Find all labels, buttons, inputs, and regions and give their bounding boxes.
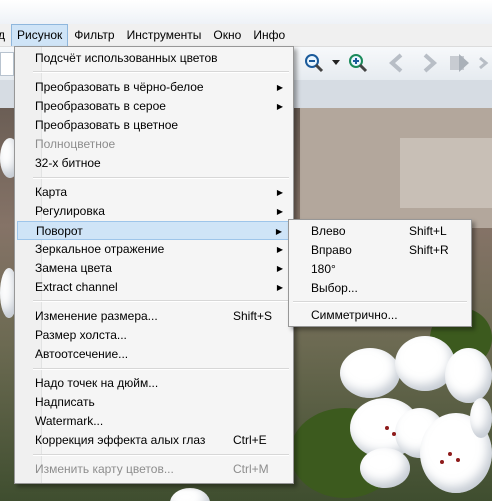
back-arrow-icon[interactable] bbox=[384, 50, 410, 76]
submenu-item-symmetric[interactable]: Симметрично... bbox=[291, 306, 469, 325]
submenu-item-rotate-custom[interactable]: Выбор... bbox=[291, 279, 469, 298]
flower-petal bbox=[445, 348, 492, 403]
menu-item-full-color: Полноцветное bbox=[17, 135, 291, 154]
stamen bbox=[440, 460, 444, 464]
submenu-item-rotate-180[interactable]: 180° bbox=[291, 260, 469, 279]
dropdown-arrow-icon[interactable] bbox=[330, 50, 342, 76]
menu-item-label: Замена цвета bbox=[35, 261, 112, 275]
menu-item-label: Watermark... bbox=[35, 414, 104, 428]
menu-item-extract-channel[interactable]: Extract channel ▶ bbox=[17, 278, 291, 297]
menu-item-label: Преобразовать в серое bbox=[35, 99, 166, 113]
menu-separator bbox=[33, 454, 289, 456]
menu-item-convert-gray[interactable]: Преобразовать в серое ▶ bbox=[17, 97, 291, 116]
stamen bbox=[456, 458, 460, 462]
menu-separator bbox=[33, 71, 289, 73]
menu-item-canvas-size[interactable]: Размер холста... bbox=[17, 326, 291, 345]
menu-item-shortcut: Shift+S bbox=[233, 309, 273, 323]
menu-item-label: Преобразовать в цветное bbox=[35, 118, 179, 132]
menu-item-adjust[interactable]: Регулировка ▶ bbox=[17, 202, 291, 221]
submenu-arrow-icon: ▶ bbox=[276, 188, 283, 197]
stamen bbox=[448, 452, 452, 456]
submenu-arrow-icon: ▶ bbox=[276, 83, 283, 92]
menu-item-mirror[interactable]: Зеркальное отражение ▶ bbox=[17, 240, 291, 259]
menu-item-label: 180° bbox=[311, 262, 336, 276]
menu-item-label: Регулировка bbox=[35, 204, 105, 218]
menu-item-label: Карта bbox=[35, 185, 68, 199]
menu-item-resize[interactable]: Изменение размера... Shift+S bbox=[17, 307, 291, 326]
stamen bbox=[385, 426, 389, 430]
image-menu: Подсчёт использованных цветов Преобразов… bbox=[14, 46, 294, 484]
flower-petal bbox=[360, 448, 410, 488]
thumbnails-icon[interactable] bbox=[446, 50, 472, 76]
menu-item-label: Зеркальное отражение bbox=[35, 242, 165, 256]
forward-arrow-icon[interactable] bbox=[416, 50, 442, 76]
menu-item-watermark[interactable]: Watermark... bbox=[17, 412, 291, 431]
submenu-arrow-icon: ▶ bbox=[276, 283, 283, 292]
menu-item-label: Изменить карту цветов... bbox=[35, 462, 174, 476]
menu-item-shortcut: Ctrl+M bbox=[233, 462, 269, 476]
menu-item-label: Extract channel bbox=[35, 280, 118, 294]
menu-tools[interactable]: Инструменты bbox=[121, 24, 208, 46]
menu-item-label: Поворот bbox=[36, 224, 83, 238]
menu-item-map[interactable]: Карта ▶ bbox=[17, 183, 291, 202]
submenu-item-rotate-right[interactable]: Вправо Shift+R bbox=[291, 241, 469, 260]
menu-item-red-eye[interactable]: Коррекция эффекта алых глаз Ctrl+E bbox=[17, 431, 291, 450]
menu-item-label: Размер холста... bbox=[35, 328, 127, 342]
menu-item-label: Коррекция эффекта алых глаз bbox=[35, 433, 206, 447]
menu-item-shortcut: Shift+L bbox=[409, 224, 447, 238]
rotate-submenu: Влево Shift+L Вправо Shift+R 180° Выбор.… bbox=[288, 219, 472, 327]
menu-item-label: Надо точек на дюйм... bbox=[35, 376, 159, 390]
menu-item-label: Надписать bbox=[35, 395, 95, 409]
menu-item-add-text[interactable]: Надписать bbox=[17, 393, 291, 412]
zoom-out-icon[interactable] bbox=[302, 50, 326, 76]
menu-filter[interactable]: Фильтр bbox=[68, 24, 120, 46]
submenu-arrow-icon: ▶ bbox=[276, 102, 283, 111]
menu-item-shortcut: Ctrl+E bbox=[233, 433, 267, 447]
submenu-arrow-icon: ▶ bbox=[276, 207, 283, 216]
menu-separator bbox=[33, 177, 289, 179]
title-bar bbox=[0, 0, 492, 25]
menu-item-label: Вправо bbox=[311, 243, 352, 257]
menu-item-label: Изменение размера... bbox=[35, 309, 158, 323]
menu-image[interactable]: Рисунок bbox=[11, 24, 69, 46]
background-wall-light bbox=[400, 138, 492, 208]
menu-item-dpi[interactable]: Надо точек на дюйм... bbox=[17, 374, 291, 393]
menu-window[interactable]: Окно bbox=[207, 24, 247, 46]
menu-item-label: Симметрично... bbox=[311, 308, 398, 322]
menu-item-rotate[interactable]: Поворот ▶ bbox=[17, 221, 291, 240]
submenu-arrow-icon: ▶ bbox=[276, 245, 283, 254]
submenu-arrow-icon: ▶ bbox=[276, 264, 283, 273]
flower-petal bbox=[470, 398, 492, 438]
menu-item-label: Преобразовать в чёрно-белое bbox=[35, 80, 204, 94]
stamen bbox=[392, 432, 396, 436]
menu-separator bbox=[293, 301, 467, 303]
menu-item-edit-palette: Изменить карту цветов... Ctrl+M bbox=[17, 460, 291, 479]
menu-item-label: Автоотсечение... bbox=[35, 347, 129, 361]
zoom-in-icon[interactable] bbox=[346, 50, 370, 76]
menu-item-label: Выбор... bbox=[311, 281, 358, 295]
menu-item-convert-color[interactable]: Преобразовать в цветное bbox=[17, 116, 291, 135]
menu-item-convert-bw[interactable]: Преобразовать в чёрно-белое ▶ bbox=[17, 78, 291, 97]
menu-item-label: 32-х битное bbox=[35, 156, 101, 170]
flower-petal bbox=[340, 348, 400, 398]
menu-separator bbox=[33, 368, 289, 370]
menu-item-label: Влево bbox=[311, 224, 346, 238]
menu-item-32bit[interactable]: 32-х битное bbox=[17, 154, 291, 173]
menu-item-replace-color[interactable]: Замена цвета ▶ bbox=[17, 259, 291, 278]
submenu-item-rotate-left[interactable]: Влево Shift+L bbox=[291, 222, 469, 241]
menu-view[interactable]: д bbox=[0, 24, 11, 46]
more-icon[interactable] bbox=[476, 50, 492, 76]
menu-bar: д Рисунок Фильтр Инструменты Окно Инфо bbox=[0, 24, 492, 47]
menu-separator bbox=[33, 300, 289, 302]
menu-item-autocrop[interactable]: Автоотсечение... bbox=[17, 345, 291, 364]
flower-petal bbox=[170, 488, 210, 501]
submenu-arrow-icon: ▶ bbox=[275, 227, 282, 236]
menu-info[interactable]: Инфо bbox=[247, 24, 291, 46]
menu-item-label: Подсчёт использованных цветов bbox=[35, 51, 218, 65]
menu-item-label: Полноцветное bbox=[35, 137, 116, 151]
menu-item-count-colors[interactable]: Подсчёт использованных цветов bbox=[17, 49, 291, 68]
toolbar-field[interactable] bbox=[0, 52, 14, 76]
menu-item-shortcut: Shift+R bbox=[409, 243, 449, 257]
